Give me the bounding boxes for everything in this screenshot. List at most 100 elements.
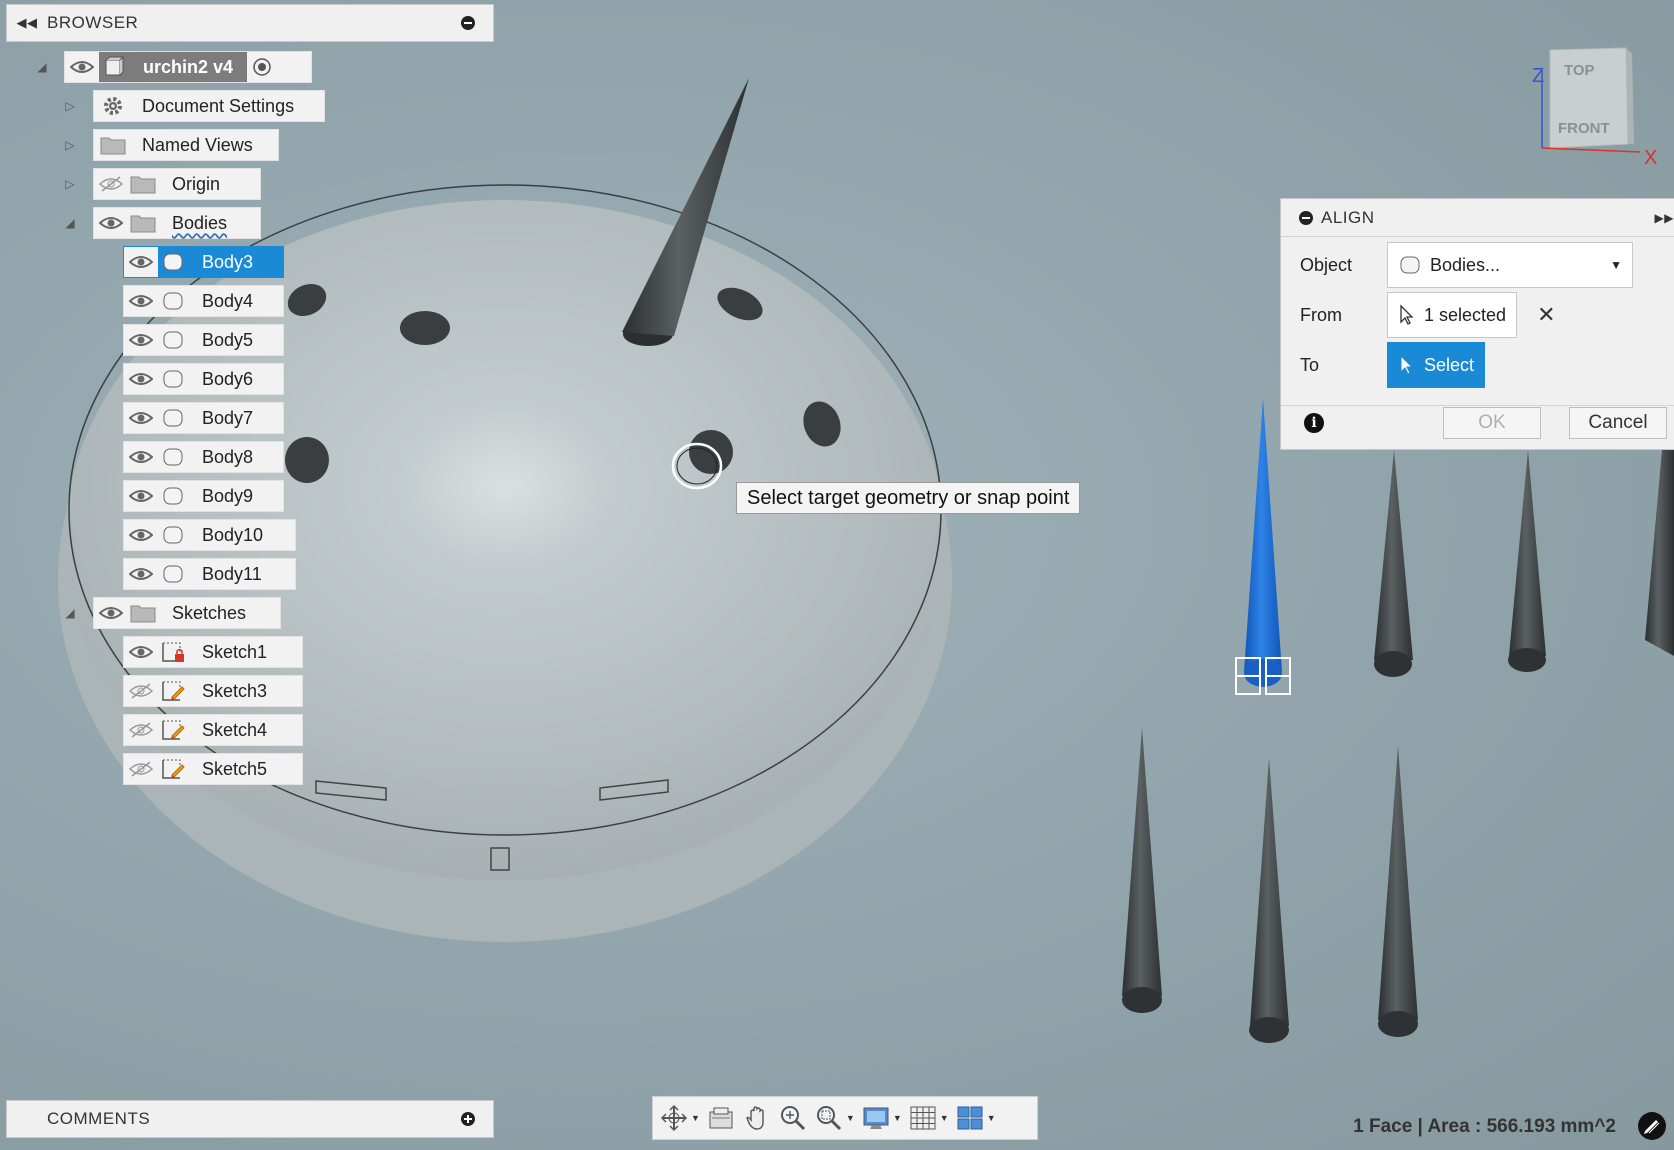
chevron-down-icon[interactable]: ▼ [940, 1113, 949, 1123]
grid-settings-button[interactable]: ▼ [908, 1102, 949, 1134]
spike-bodies[interactable] [1122, 450, 1674, 1043]
viewcube-front-label[interactable]: FRONT [1558, 120, 1610, 137]
zoom-button[interactable] [778, 1102, 808, 1134]
named-views-label: Named Views [142, 134, 253, 155]
eye-icon[interactable] [124, 403, 158, 433]
origin-node[interactable]: Origin [93, 168, 261, 200]
fit-icon [816, 1106, 841, 1131]
axis-x-label: X [1644, 147, 1657, 169]
ok-button[interactable]: OK [1443, 407, 1541, 439]
expand-dialog-icon[interactable]: ▶▶ [1655, 211, 1674, 225]
chevron-down-icon[interactable]: ▼ [846, 1113, 855, 1123]
chevron-down-icon: ▼ [1610, 258, 1622, 272]
sketch-label: Sketch5 [202, 758, 268, 779]
align-dialog-header[interactable]: ALIGN ▶▶ [1281, 199, 1674, 237]
body-row-body4[interactable]: Body4 [123, 285, 284, 317]
eye-hidden-icon[interactable] [94, 169, 128, 199]
body-row-body5[interactable]: Body5 [123, 324, 284, 356]
cancel-button[interactable]: Cancel [1569, 407, 1667, 439]
named-views-node[interactable]: Named Views [93, 129, 279, 161]
expand-arrow-icon[interactable]: ◢ [34, 59, 50, 75]
eye-icon[interactable] [94, 208, 128, 238]
collapse-arrow-icon[interactable]: ◢ [62, 215, 78, 231]
eye-icon[interactable] [94, 598, 128, 628]
add-comment-icon[interactable] [461, 1112, 475, 1126]
to-label: To [1300, 354, 1320, 375]
chevron-down-icon[interactable]: ▼ [893, 1113, 902, 1123]
root-component-label: urchin2 v4 [129, 52, 248, 82]
collapse-panel-icon[interactable]: ◀◀ [7, 15, 47, 31]
folder-icon [128, 598, 158, 628]
to-row: To Select [1281, 342, 1674, 388]
fit-button[interactable]: ▼ [814, 1102, 855, 1134]
to-select-button[interactable]: Select [1387, 342, 1485, 388]
sketch-row-sketch3[interactable]: Sketch3 [123, 675, 303, 707]
align-dialog: ALIGN ▶▶ Object Bodies... ▼ From 1 selec… [1280, 198, 1674, 450]
body-row-body6[interactable]: Body6 [123, 363, 284, 395]
body-row-body9[interactable]: Body9 [123, 480, 284, 512]
look-at-button[interactable] [706, 1102, 736, 1134]
eye-icon[interactable] [124, 325, 158, 355]
expand-arrow-icon[interactable]: ▷ [62, 137, 78, 153]
eye-hidden-icon[interactable] [124, 754, 158, 784]
body-row-body8[interactable]: Body8 [123, 441, 284, 473]
body-label: Body4 [202, 290, 254, 311]
component-icon [99, 52, 129, 82]
browser-panel-header[interactable]: ◀◀ BROWSER [6, 4, 494, 42]
pan-button[interactable] [742, 1102, 772, 1134]
from-selection-value: 1 selected [1424, 304, 1507, 325]
sketches-folder-node[interactable]: Sketches [93, 597, 281, 629]
to-select-label: Select [1423, 354, 1474, 375]
sketch-row-sketch1[interactable]: Sketch1 [123, 636, 303, 668]
orbit-icon [660, 1104, 688, 1132]
viewports-icon [957, 1106, 983, 1130]
sketch-row-sketch5[interactable]: Sketch5 [123, 753, 303, 785]
align-dialog-title: ALIGN [1321, 207, 1375, 227]
body-label: Body3 [202, 251, 254, 272]
eye-icon[interactable] [124, 364, 158, 394]
eye-hidden-icon[interactable] [124, 715, 158, 745]
orbit-button[interactable]: ▼ [659, 1102, 700, 1134]
eye-icon[interactable] [124, 520, 158, 550]
eye-icon[interactable] [124, 637, 158, 667]
body-row-body7[interactable]: Body7 [123, 402, 284, 434]
dialog-minimize-icon[interactable] [1299, 210, 1313, 225]
body-row-body11[interactable]: Body11 [123, 558, 296, 590]
panel-minimize-icon[interactable] [461, 16, 475, 30]
spike-body [1374, 450, 1413, 677]
document-settings-node[interactable]: Document Settings [93, 90, 325, 122]
display-settings-button[interactable]: ▼ [861, 1102, 902, 1134]
chevron-down-icon[interactable]: ▼ [691, 1113, 700, 1123]
sketch-label: Sketch1 [202, 641, 268, 662]
info-icon[interactable]: i [1304, 413, 1324, 433]
from-selection-field[interactable]: 1 selected [1387, 292, 1518, 338]
sketch-icon [158, 676, 188, 706]
body-row-body3[interactable]: Body3 [123, 246, 284, 278]
body-row-body10[interactable]: Body10 [123, 519, 296, 551]
sketch-row-sketch4[interactable]: Sketch4 [123, 714, 303, 746]
viewcube-top-label[interactable]: TOP [1564, 62, 1595, 79]
eye-icon[interactable] [124, 286, 158, 316]
expand-arrow-icon[interactable]: ▷ [62, 98, 78, 114]
eye-icon[interactable] [124, 247, 158, 277]
sketch-pencil-icon[interactable] [1638, 1112, 1666, 1140]
collapse-arrow-icon[interactable]: ◢ [62, 605, 78, 621]
folder-icon [98, 130, 128, 160]
body-icon [158, 442, 188, 472]
expand-arrow-icon[interactable]: ▷ [62, 176, 78, 192]
radio-icon[interactable] [247, 52, 278, 82]
eye-icon[interactable] [124, 559, 158, 589]
view-cube[interactable]: TOP FRONT Z X [1522, 44, 1672, 170]
eye-icon[interactable] [65, 52, 99, 82]
chevron-down-icon[interactable]: ▼ [987, 1113, 996, 1123]
from-label: From [1300, 304, 1342, 325]
comments-panel-header[interactable]: COMMENTS [6, 1100, 494, 1138]
eye-icon[interactable] [124, 442, 158, 472]
clear-selection-icon[interactable]: ✕ [1537, 302, 1555, 328]
root-component[interactable]: urchin2 v4 [64, 51, 312, 83]
eye-icon[interactable] [124, 481, 158, 511]
eye-hidden-icon[interactable] [124, 676, 158, 706]
object-dropdown[interactable]: Bodies... ▼ [1387, 242, 1633, 288]
viewports-button[interactable]: ▼ [955, 1102, 996, 1134]
bodies-folder-node[interactable]: Bodies [93, 207, 261, 239]
